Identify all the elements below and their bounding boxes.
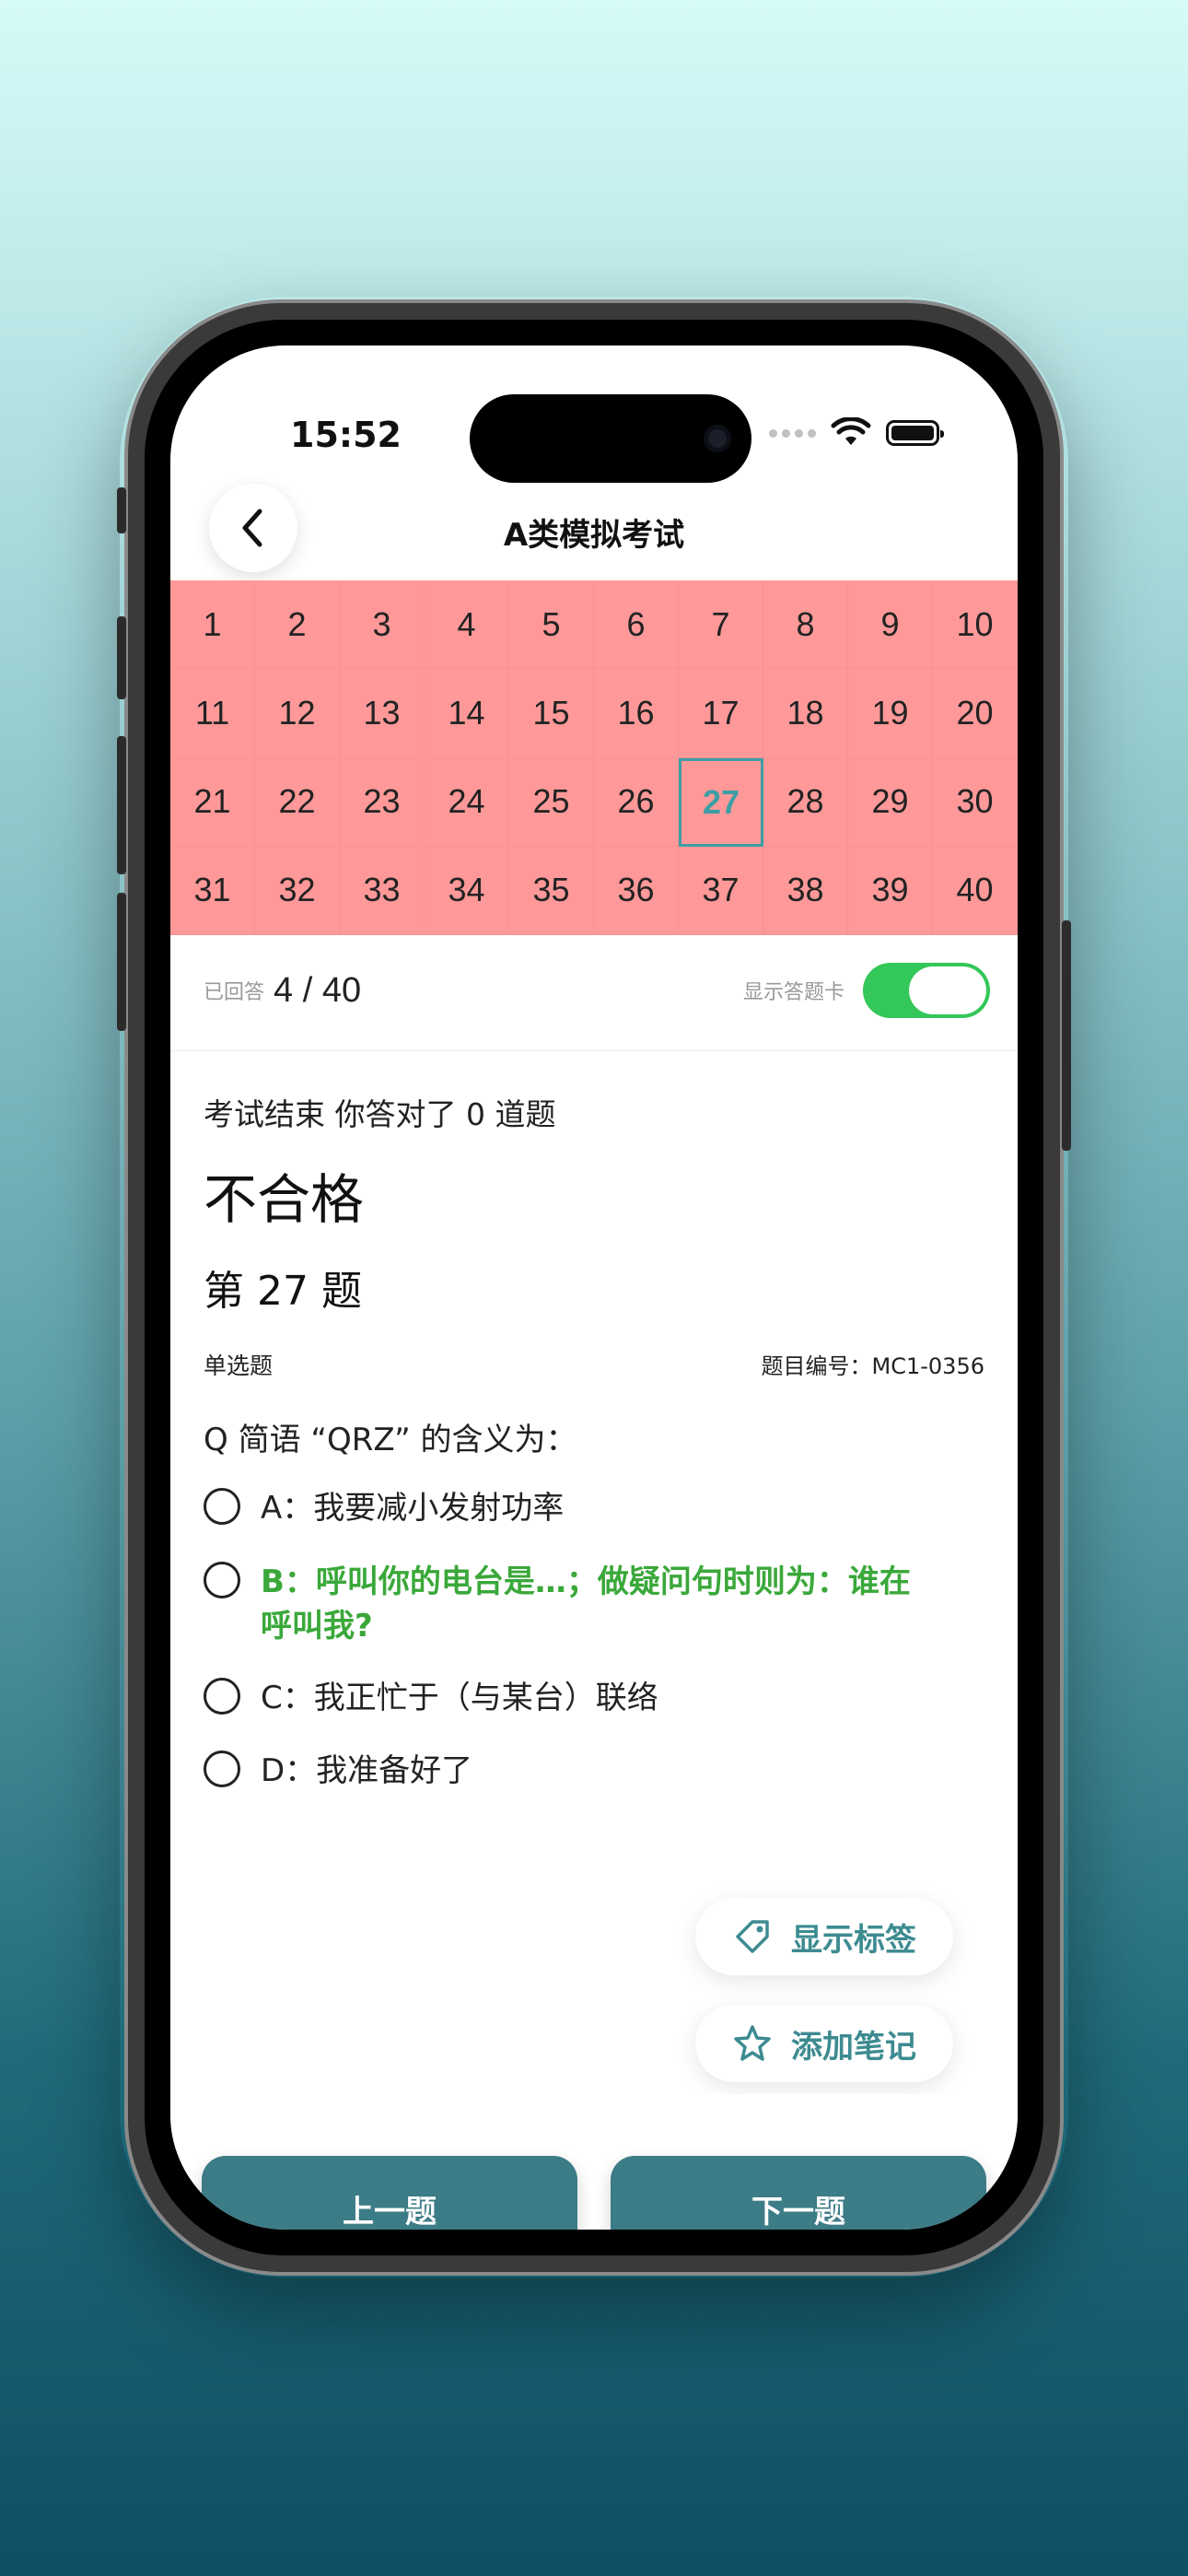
grid-cell-8[interactable]: 8: [763, 580, 848, 670]
option-b[interactable]: B：呼叫你的电台是…；做疑问句时则为：谁在呼叫我?: [204, 1560, 926, 1648]
grid-cell-33[interactable]: 33: [340, 846, 425, 935]
grid-cell-24[interactable]: 24: [425, 757, 509, 847]
grid-cell-23[interactable]: 23: [340, 757, 425, 847]
grid-cell-22[interactable]: 22: [255, 757, 340, 847]
radio-icon: [204, 1488, 240, 1525]
status-icons: [769, 417, 944, 449]
grid-cell-6[interactable]: 6: [594, 580, 679, 670]
scroll-fade: [170, 2094, 1018, 2149]
option-text: D：我准备好了: [261, 1752, 473, 1789]
grid-cell-26[interactable]: 26: [594, 757, 679, 847]
option-text: B：呼叫你的电台是…；做疑问句时则为：谁在呼叫我?: [261, 1563, 911, 1645]
grid-cell-18[interactable]: 18: [763, 669, 848, 758]
grid-cell-35[interactable]: 35: [509, 846, 594, 935]
question-number: 第 27 题: [204, 1268, 362, 1315]
show-tags-label: 显示标签: [791, 1921, 916, 1959]
grid-cell-25[interactable]: 25: [509, 757, 594, 847]
grid-cell-17[interactable]: 17: [679, 669, 763, 758]
progress-row: 已回答 4 / 40 显示答题卡: [204, 954, 990, 1027]
question-text: Q 简语 “QRZ” 的含义为：: [204, 1422, 577, 1458]
add-note-label: 添加笔记: [791, 2028, 916, 2066]
app-screen: 15:52 A类模拟考试 1 2 3 4 5 6 7 8 9 10 11 12 …: [170, 345, 1018, 2230]
nav-bar: A类模拟考试: [170, 474, 1018, 576]
prev-button[interactable]: 上一题: [202, 2156, 577, 2230]
grid-cell-10[interactable]: 10: [933, 580, 1018, 670]
option-d[interactable]: D：我准备好了: [204, 1749, 926, 1793]
grid-cell-27[interactable]: 27: [679, 757, 763, 847]
answer-card-grid: 1 2 3 4 5 6 7 8 9 10 11 12 13 14 15 16 17 18 19 20 21 22 23 24 2…: [170, 580, 1018, 935]
grid-cell-34[interactable]: 34: [425, 846, 509, 935]
answered-count: 4 / 40: [274, 970, 362, 1010]
grid-cell-31[interactable]: 31: [170, 846, 255, 935]
grid-cell-15[interactable]: 15: [509, 669, 594, 758]
option-c[interactable]: C：我正忙于（与某台）联络: [204, 1676, 926, 1720]
grid-cell-29[interactable]: 29: [848, 757, 933, 847]
question-type: 单选题: [204, 1352, 274, 1379]
grid-cell-37[interactable]: 37: [679, 846, 763, 935]
option-text: A：我要减小发射功率: [261, 1490, 565, 1527]
grid-cell-3[interactable]: 3: [340, 580, 425, 670]
next-button[interactable]: 下一题: [611, 2156, 986, 2230]
radio-icon: [204, 1678, 240, 1715]
grid-cell-12[interactable]: 12: [255, 669, 340, 758]
add-note-button[interactable]: 添加笔记: [695, 2005, 953, 2082]
grid-cell-21[interactable]: 21: [170, 757, 255, 847]
status-time: 15:52: [290, 415, 402, 455]
grid-cell-4[interactable]: 4: [425, 580, 509, 670]
answered-label: 已回答: [204, 981, 265, 1004]
grid-cell-13[interactable]: 13: [340, 669, 425, 758]
question-code: 题目编号：MC1-0356: [761, 1353, 984, 1379]
dynamic-island: [470, 394, 751, 483]
result-verdict: 不合格: [204, 1168, 365, 1231]
grid-cell-36[interactable]: 36: [594, 846, 679, 935]
grid-cell-30[interactable]: 30: [933, 757, 1018, 847]
tag-icon: [736, 1920, 769, 1953]
battery-icon: [886, 420, 944, 446]
grid-cell-1[interactable]: 1: [170, 580, 255, 670]
grid-cell-28[interactable]: 28: [763, 757, 848, 847]
radio-icon: [204, 1562, 240, 1598]
grid-cell-14[interactable]: 14: [425, 669, 509, 758]
grid-cell-20[interactable]: 20: [933, 669, 1018, 758]
grid-cell-16[interactable]: 16: [594, 669, 679, 758]
grid-cell-38[interactable]: 38: [763, 846, 848, 935]
grid-cell-9[interactable]: 9: [848, 580, 933, 670]
divider: [170, 1050, 1018, 1051]
grid-cell-7[interactable]: 7: [679, 580, 763, 670]
grid-cell-11[interactable]: 11: [170, 669, 255, 758]
phone-frame: 15:52 A类模拟考试 1 2 3 4 5 6 7 8 9 10 11 12 …: [117, 299, 1071, 2276]
wifi-icon: [831, 417, 871, 445]
show-card-toggle[interactable]: [863, 963, 990, 1018]
option-a[interactable]: A：我要减小发射功率: [204, 1486, 926, 1530]
option-text: C：我正忙于（与某台）联络: [261, 1680, 658, 1716]
show-tags-button[interactable]: 显示标签: [695, 1898, 953, 1975]
radio-icon: [204, 1751, 240, 1787]
bottom-buttons: 上一题 下一题: [202, 2156, 986, 2230]
grid-cell-5[interactable]: 5: [509, 580, 594, 670]
grid-cell-39[interactable]: 39: [848, 846, 933, 935]
page-title: A类模拟考试: [503, 517, 685, 554]
grid-cell-40[interactable]: 40: [933, 846, 1018, 935]
show-card-label: 显示答题卡: [742, 981, 844, 1004]
result-summary: 考试结束 你答对了 0 道题: [204, 1096, 556, 1132]
signal-icon: [769, 428, 816, 438]
grid-cell-32[interactable]: 32: [255, 846, 340, 935]
grid-cell-19[interactable]: 19: [848, 669, 933, 758]
grid-cell-2[interactable]: 2: [255, 580, 340, 670]
star-icon: [734, 2025, 771, 2061]
